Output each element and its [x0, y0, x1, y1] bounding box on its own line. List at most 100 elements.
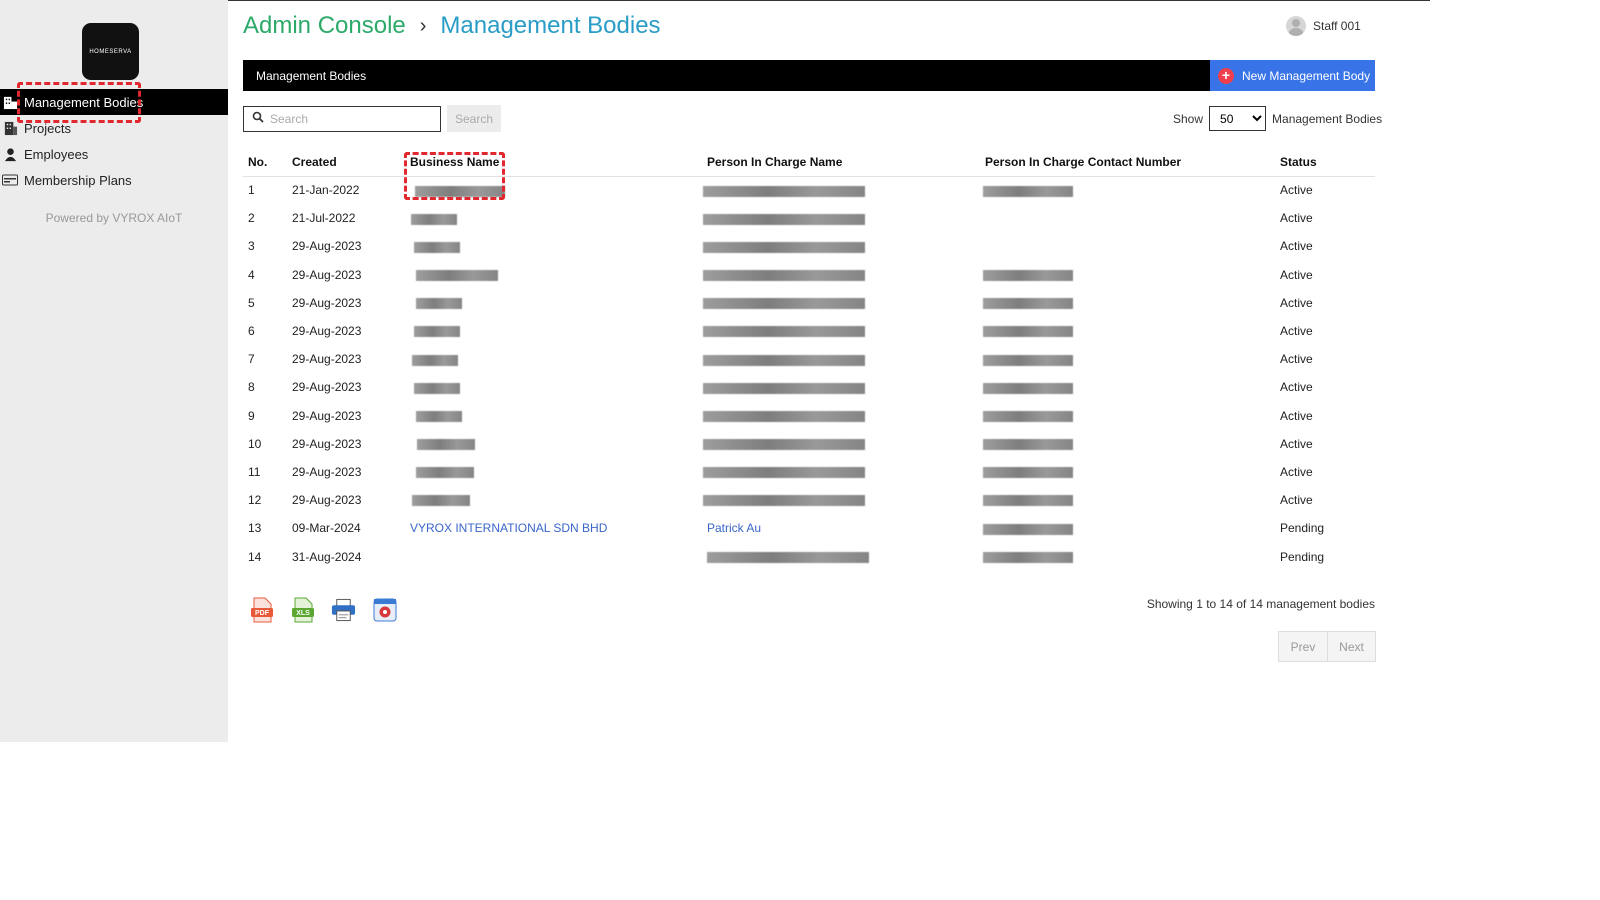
column-settings-button[interactable] [372, 597, 397, 623]
column-header-status[interactable]: Status [1275, 148, 1375, 177]
search-input[interactable] [270, 112, 430, 126]
redacted-value [703, 495, 865, 507]
cell-contact-number [980, 204, 1275, 232]
cell-person-name [702, 402, 980, 430]
table-row[interactable]: 4 29-Aug-2023 Active [243, 261, 1375, 289]
cell-no: 14 [248, 549, 262, 564]
redacted-value [703, 382, 865, 394]
user-menu[interactable]: Staff 001 [1286, 16, 1361, 36]
pagination: Prev Next [1278, 631, 1376, 662]
cell-business-name [405, 345, 702, 373]
page-size-select[interactable]: 50 [1209, 106, 1267, 131]
cell-business-name [405, 317, 702, 345]
column-header-person-name[interactable]: Person In Charge Name [702, 148, 980, 177]
sidebar-item-label: Employees [24, 146, 89, 162]
new-management-body-button[interactable]: + New Management Body [1210, 60, 1375, 91]
table-row[interactable]: 8 29-Aug-2023 Active [243, 373, 1375, 401]
cell-business-name[interactable]: VYROX INTERNATIONAL SDN BHD [405, 514, 702, 542]
column-header-no[interactable]: No. [243, 148, 287, 177]
export-toolbar: PDF XLS [249, 597, 397, 623]
redacted-value [983, 185, 1073, 197]
cell-no: 9 [248, 408, 255, 423]
table-row[interactable]: 13 09-Mar-2024 VYROX INTERNATIONAL SDN BHD… [243, 514, 1375, 542]
redacted-value [983, 326, 1073, 338]
redacted-value [411, 213, 457, 225]
cell-person-name [702, 232, 980, 260]
cell-business-name [405, 458, 702, 486]
cell-no: 12 [248, 493, 262, 508]
new-button-label: New Management Body [1242, 68, 1371, 83]
table-row[interactable]: 5 29-Aug-2023 Active [243, 289, 1375, 317]
cell-person-name [702, 345, 980, 373]
search-button[interactable]: Search [447, 105, 501, 132]
cell-status: Active [1280, 493, 1313, 508]
cell-business-name [405, 430, 702, 458]
column-header-business-name[interactable]: Business Name [405, 148, 702, 177]
table-row[interactable]: 11 29-Aug-2023 Active [243, 458, 1375, 486]
pdf-export-button[interactable]: PDF [249, 597, 274, 623]
cell-contact-number [980, 261, 1275, 289]
cell-created: 29-Aug-2023 [292, 324, 362, 339]
redacted-value [703, 354, 865, 366]
cell-no: 11 [248, 464, 261, 479]
redacted-value [707, 551, 869, 563]
cell-person-name [702, 542, 980, 570]
table-row[interactable]: 1 21-Jan-2022 Active [243, 176, 1375, 204]
xls-icon: XLS [291, 597, 314, 623]
app-logo[interactable]: HOMESERVA [82, 23, 139, 80]
sidebar-item-membership-plans[interactable]: Membership Plans [0, 167, 228, 193]
table-row[interactable]: 10 29-Aug-2023 Active [243, 430, 1375, 458]
breadcrumb-root[interactable]: Admin Console [243, 12, 406, 40]
logo-text: HOMESERVA [89, 48, 132, 55]
plus-icon: + [1218, 67, 1234, 84]
table-row[interactable]: 2 21-Jul-2022 Active [243, 204, 1375, 232]
table-row[interactable]: 9 29-Aug-2023 Active [243, 402, 1375, 430]
xls-export-button[interactable]: XLS [290, 597, 315, 623]
table-row[interactable]: 7 29-Aug-2023 Active [243, 345, 1375, 373]
table-row[interactable]: 3 29-Aug-2023 Active [243, 232, 1375, 260]
highlight-box-nav [17, 82, 141, 123]
pagination-summary: Showing 1 to 14 of 14 management bodies [1146, 597, 1375, 611]
table-row[interactable]: 6 29-Aug-2023 Active [243, 317, 1375, 345]
redacted-value [414, 326, 460, 338]
cell-status: Pending [1280, 521, 1325, 536]
cell-created: 31-Aug-2024 [292, 549, 362, 564]
cell-status: Active [1280, 352, 1313, 367]
show-suffix: Management Bodies [1272, 111, 1383, 126]
cell-person-name [702, 430, 980, 458]
cell-business-name [405, 373, 702, 401]
print-button[interactable] [331, 597, 356, 623]
cell-created: 21-Jan-2022 [292, 183, 360, 198]
redacted-value [703, 298, 865, 310]
column-header-contact-number[interactable]: Person In Charge Contact Number [980, 148, 1275, 177]
search-icon [252, 110, 264, 128]
cell-person-name [702, 373, 980, 401]
redacted-value [703, 213, 865, 225]
cell-person-name[interactable]: Patrick Au [702, 514, 980, 542]
card-icon [2, 172, 18, 188]
cell-business-name [405, 486, 702, 514]
cell-no: 6 [248, 324, 255, 339]
next-page-button[interactable]: Next [1327, 632, 1375, 661]
cell-person-name [702, 458, 980, 486]
column-header-created[interactable]: Created [287, 148, 405, 177]
cell-no: 7 [248, 352, 255, 367]
sidebar-item-employees[interactable]: Employees [0, 141, 228, 167]
cell-status: Active [1280, 211, 1313, 226]
cell-created: 29-Aug-2023 [292, 408, 362, 423]
pdf-icon-label: PDF [255, 610, 270, 617]
prev-page-button[interactable]: Prev [1279, 632, 1327, 661]
redacted-value [983, 269, 1073, 281]
table-row[interactable]: 12 29-Aug-2023 Active [243, 486, 1375, 514]
page-size-control: Show 50 Management Bodies [1173, 106, 1382, 131]
cell-no: 2 [248, 211, 255, 226]
cell-no: 3 [248, 239, 255, 254]
table-row[interactable]: 14 31-Aug-2024 Pending [243, 542, 1375, 570]
office-icon [2, 120, 18, 136]
breadcrumb: Admin Console › Management Bodies [243, 12, 661, 40]
redacted-value [983, 382, 1073, 394]
employee-icon [2, 146, 18, 162]
powered-by: Powered by VYROX AIoT [45, 211, 183, 225]
cell-business-name [405, 542, 702, 570]
cell-business-name [405, 204, 702, 232]
